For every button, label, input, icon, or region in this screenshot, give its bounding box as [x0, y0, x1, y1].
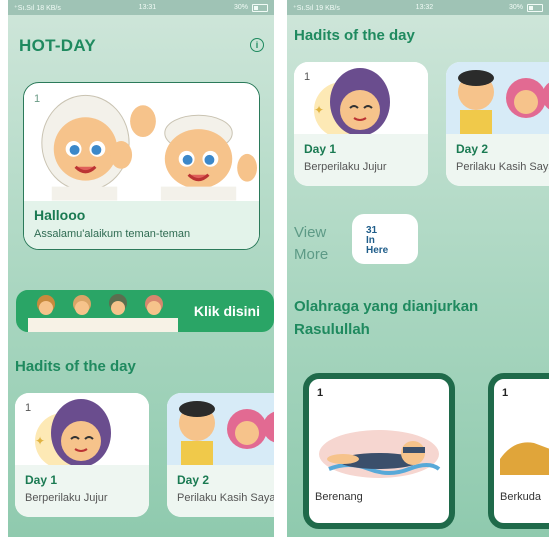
- view-more-card[interactable]: 31 In Here: [352, 214, 418, 264]
- card-day: Day 1: [25, 473, 58, 487]
- vm-line3: Here: [366, 245, 389, 256]
- hadits-card-day1[interactable]: ✦ 1 Day 1 Berperilaku Jujur: [15, 393, 149, 517]
- kids-greeting-illustration: [24, 83, 259, 201]
- banner-label: Klik disini: [193, 303, 260, 319]
- click-here-banner[interactable]: Klik disini: [16, 290, 274, 332]
- hadits-card-day2[interactable]: Day 2 Perilaku Kasih Sayang: [167, 393, 274, 517]
- section-title-hadits: Hadits of the day: [15, 358, 136, 375]
- view-more-line2: More: [294, 246, 329, 263]
- card-desc: Berperilaku Jujur: [304, 161, 387, 173]
- signal-text: ⁺Sı.Sıl 18 KB/s: [14, 4, 61, 12]
- card-number: 1: [25, 402, 32, 414]
- battery-icon: [527, 3, 543, 12]
- status-right: 30%: [508, 3, 543, 12]
- signal-text: ⁺Sı.Sıl 19 KB/s: [293, 4, 340, 12]
- greeting-card[interactable]: 1 Hallooo Assalamu'alaikum teman-teman: [23, 82, 260, 250]
- card-desc: Berperilaku Jujur: [25, 492, 108, 504]
- section-title-sport: Olahraga yang dianjurkan Rasulullah: [294, 298, 479, 338]
- battery-text: 30%: [508, 4, 523, 11]
- card-number: 1: [34, 93, 41, 105]
- left-screen: ⁺Sı.Sıl 18 KB/s 13:31 30% HOT-DAY i 1 Ha…: [8, 0, 274, 537]
- greeting-subtitle: Assalamu'alaikum teman-teman: [34, 228, 191, 240]
- card-day: Day 1: [304, 142, 337, 156]
- view-more-link[interactable]: View More: [294, 222, 346, 266]
- card-number: 1: [502, 387, 509, 399]
- section-title-hadits: Hadits of the day: [294, 27, 415, 44]
- view-more-card-text: 31 In Here: [366, 226, 406, 256]
- right-screen: ⁺Sı.Sıl 19 KB/s 13:32 30% Hadits of the …: [287, 0, 549, 537]
- card-day: Day 2: [177, 473, 210, 487]
- view-more-line1: View: [294, 224, 327, 241]
- battery-icon: [252, 3, 268, 12]
- status-bar: ⁺Sı.Sıl 19 KB/s 13:32 30%: [287, 0, 549, 15]
- swimmer-illustration: [309, 399, 449, 489]
- hadits-card-day2[interactable]: Day 2 Perilaku Kasih Sayang: [446, 62, 549, 186]
- clock: 13:31: [138, 4, 157, 11]
- status-bar: ⁺Sı.Sıl 18 KB/s 13:31 30%: [8, 0, 274, 15]
- horse-illustration: [494, 409, 549, 479]
- girl-hijab-illustration: ✦: [15, 393, 149, 465]
- sport-card-swimming[interactable]: 1 Berenang: [303, 373, 455, 529]
- clock: 13:32: [415, 4, 434, 11]
- card-day: Day 2: [456, 142, 489, 156]
- sport-label: Berkuda: [500, 491, 541, 503]
- card-desc: Perilaku Kasih Sayang: [456, 161, 549, 173]
- greeting-title: Hallooo: [34, 207, 86, 223]
- svg-text:✦: ✦: [314, 103, 324, 117]
- battery-text: 30%: [233, 4, 248, 11]
- hadits-card-day1[interactable]: ✦ 1 Day 1 Berperilaku Jujur: [294, 62, 428, 186]
- sport-label: Berenang: [315, 491, 363, 503]
- status-right: 30%: [233, 3, 268, 12]
- kids-row-illustration: [24, 290, 184, 332]
- svg-text:✦: ✦: [35, 434, 45, 448]
- kids-playing-illustration: [167, 393, 274, 465]
- card-number: 1: [317, 387, 324, 399]
- card-number: 1: [304, 71, 311, 83]
- card-desc: Perilaku Kasih Sayang: [177, 492, 274, 504]
- info-icon[interactable]: i: [250, 38, 264, 52]
- app-title: HOT-DAY: [19, 36, 97, 55]
- girl-hijab-illustration: ✦: [294, 62, 428, 134]
- kids-playing-illustration: [446, 62, 549, 134]
- sport-card-horse-riding[interactable]: 1 Berkuda: [488, 373, 549, 529]
